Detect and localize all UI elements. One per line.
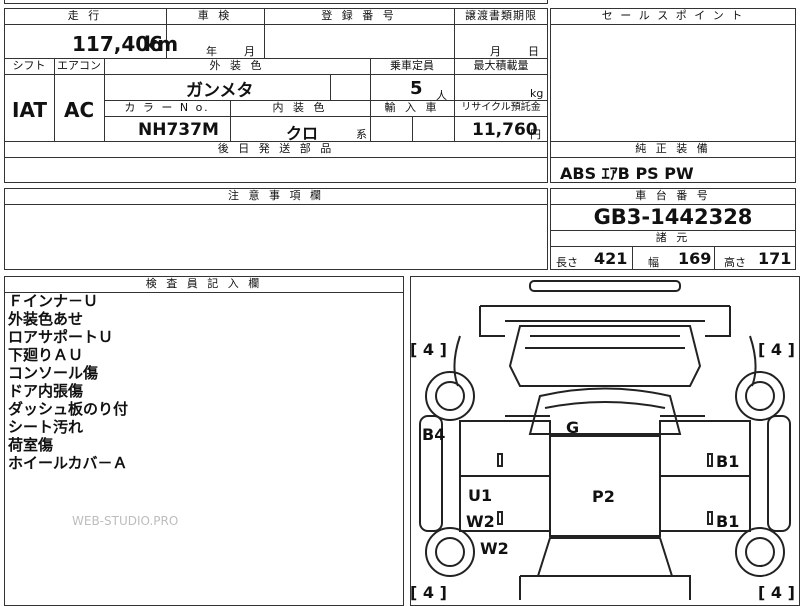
hood-lines — [525, 335, 685, 349]
rear-window-outline — [536, 537, 674, 577]
interior-label: 内 装 色 — [272, 101, 328, 114]
handle-rr — [707, 511, 713, 525]
chassis-label: 車 台 番 号 — [635, 189, 711, 202]
sales-point-label: セ ー ル ス ポ イ ン ト — [601, 9, 745, 22]
caution-label: 注 意 事 項 欄 — [228, 189, 324, 202]
specs-width-label: 幅 — [648, 256, 659, 269]
wheel-rr — [745, 537, 775, 567]
top-strip — [4, 0, 548, 4]
mark-b4: B4 — [422, 425, 446, 444]
tire-fl — [425, 371, 475, 421]
roof-outline — [549, 435, 661, 537]
aircon-value: AC — [64, 98, 95, 122]
registration-label: 登 録 番 号 — [321, 9, 397, 22]
mark-w2-b: W2 — [480, 539, 509, 558]
inspector-notes-list: Ｆインナ－Ｕ 外装色あせ ロアサポートＵ 下廻りＡＵ コンソール傷 ドア内張傷 … — [8, 292, 128, 472]
note-line: シート汚れ — [8, 418, 84, 436]
specs-length: 421 — [594, 249, 628, 268]
tire-rr — [735, 527, 785, 577]
specs-height: 171 — [758, 249, 792, 268]
rear-bumper-outline — [519, 575, 691, 600]
interior-suffix: 系 — [356, 128, 367, 141]
tire-fr-mark: [ 4 ] — [758, 340, 795, 359]
door-fl — [459, 420, 551, 477]
handle-rl — [497, 511, 503, 525]
tire-rr-mark: [ 4 ] — [758, 583, 795, 602]
mark-g: G — [566, 418, 580, 437]
mileage-label: 走 行 — [67, 9, 103, 22]
watermark: WEB-STUDIO.PRO — [72, 514, 179, 528]
chassis-value: GB3-1442328 — [593, 205, 753, 229]
max-load-unit: kg — [530, 87, 544, 100]
inspector-label: 検 査 員 記 入 欄 — [145, 277, 263, 290]
fender-outline — [453, 335, 757, 387]
exterior-label: 外 装 色 — [209, 59, 265, 72]
mark-b1-front: B1 — [716, 452, 740, 471]
note-line: 外装色あせ — [8, 310, 84, 328]
car-diagram — [419, 280, 791, 600]
color-no-label: カ ラ ー N o. — [124, 101, 210, 114]
genuine-equipment-label: 純 正 装 備 — [635, 142, 711, 155]
note-line: ダッシュ板のり付 — [8, 400, 129, 418]
recycle-value: 11,760 — [472, 120, 538, 140]
max-load-label: 最大積載量 — [473, 59, 529, 72]
front-bumper-outline — [529, 280, 681, 292]
tire-fl-mark: [ 4 ] — [410, 340, 447, 359]
windshield-outline — [528, 387, 682, 435]
mark-p2: P2 — [592, 487, 615, 506]
mileage-unit: km — [144, 32, 179, 56]
specs-height-label: 高さ — [724, 256, 746, 269]
note-line: ホイールカバ－Ａ — [8, 454, 128, 472]
note-line: 下廻りＡＵ — [8, 346, 84, 364]
mark-b1-rear: B1 — [716, 512, 740, 531]
mark-w2-a: W2 — [466, 512, 495, 531]
tire-rl — [425, 527, 475, 577]
note-line: 荷室傷 — [8, 436, 54, 454]
handle-fl — [497, 453, 503, 467]
transfer-label: 譲渡書類期限 — [465, 9, 537, 22]
shift-value: IAT — [12, 98, 48, 122]
wheel-fl — [435, 381, 465, 411]
recycle-label: リサイクル預託金 — [461, 102, 541, 113]
aircon-label: エアコン — [57, 59, 101, 72]
mark-u1: U1 — [468, 486, 493, 505]
side-skirt-right — [767, 415, 791, 532]
inspection-year-label: 年 — [206, 45, 217, 58]
shift-label: シフト — [12, 59, 46, 72]
later-parts-label: 後 日 発 送 部 品 — [217, 142, 335, 155]
tire-fr — [735, 371, 785, 421]
specs-width: 169 — [678, 249, 712, 268]
recycle-unit: 円 — [530, 128, 541, 141]
windshield-line — [544, 401, 666, 409]
import-label: 輸 入 車 — [384, 101, 440, 114]
capacity-label: 乗車定員 — [390, 59, 434, 72]
exterior-color-value: ガンメタ — [186, 81, 254, 101]
transfer-month-label: 月 — [490, 45, 501, 58]
wheel-fr — [745, 381, 775, 411]
inspection-label: 車 検 — [197, 9, 233, 22]
genuine-equipment-value: ABS ｴｱB PS PW — [560, 164, 694, 183]
specs-label: 諸 元 — [655, 231, 691, 244]
color-no-value: NH737M — [138, 120, 219, 140]
wheel-rl — [435, 537, 465, 567]
handle-fr — [707, 453, 713, 467]
note-line: Ｆインナ－Ｕ — [8, 292, 99, 310]
transfer-day-label: 日 — [528, 45, 539, 58]
note-line: ロアサポートＵ — [8, 328, 114, 346]
capacity-value: 5 — [410, 78, 423, 99]
inspection-month-label: 月 — [244, 45, 255, 58]
specs-length-label: 長さ — [556, 256, 578, 269]
tire-rl-mark: [ 4 ] — [410, 583, 447, 602]
sales-point-box — [550, 8, 796, 142]
note-line: ドア内張傷 — [8, 382, 84, 400]
note-line: コンソール傷 — [8, 364, 99, 382]
